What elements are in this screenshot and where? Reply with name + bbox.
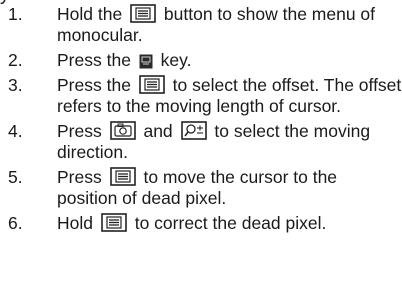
step-number: 6. [8, 213, 23, 233]
step-text: Press [57, 167, 107, 187]
step-number: 3. [8, 75, 23, 95]
step-text: and [138, 121, 178, 141]
step-text: Press the [57, 50, 136, 70]
zoom-button-icon [180, 121, 207, 140]
step-4: 4. Press and to select the moving direct… [0, 121, 402, 163]
step-text: key. [155, 50, 192, 70]
step-number: 5. [8, 167, 23, 187]
camera-button-icon [109, 121, 136, 140]
step-6: 6. Hold to correct the dead pixel. [0, 213, 402, 234]
step-text: Press the [57, 75, 136, 95]
small-key-icon [139, 54, 153, 69]
step-text: Hold [57, 213, 98, 233]
menu-button-icon [130, 4, 156, 23]
step-text: to correct the dead pixel. [129, 213, 327, 233]
step-2: 2. Press the key. [0, 50, 402, 71]
menu-button-icon [138, 75, 165, 94]
menu-button-icon [109, 167, 136, 186]
menu-button-icon [101, 213, 127, 232]
manual-page: { "top_fragment": "y", "steps": [ { "num… [0, 0, 402, 297]
step-3: 3. Press the to select the offset. The o… [0, 75, 402, 117]
step-text: Hold the [57, 4, 128, 24]
step-number: 1. [8, 4, 23, 24]
step-text: Press [57, 121, 107, 141]
step-5: 5. Press to move the cursor to the posit… [0, 167, 402, 209]
step-number: 2. [8, 50, 23, 70]
step-1: 1. Hold the button to show the menu of m… [0, 4, 402, 46]
dead-pixel-correction-steps: 1. Hold the button to show the menu of m… [0, 4, 402, 238]
step-number: 4. [8, 121, 23, 141]
